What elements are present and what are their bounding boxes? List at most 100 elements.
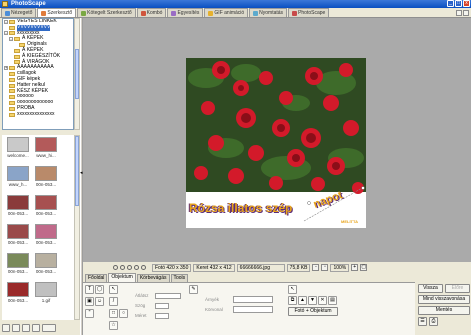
tab-icon	[140, 10, 146, 16]
thumbnail-item[interactable]: 00n-053...	[32, 195, 60, 216]
thumbnail-list[interactable]: welcome... www_hi... www_h... 00n-053... 00n…	[2, 135, 74, 320]
folder-icon[interactable]	[2, 323, 10, 332]
maximize-button[interactable]: □	[455, 0, 462, 7]
settings-icon[interactable]	[463, 10, 469, 16]
thumbnail-item[interactable]: 00n-053...	[32, 253, 60, 274]
folder-icon	[14, 37, 20, 42]
edit-tab-0[interactable]: Főoldal	[85, 274, 108, 282]
layer-down-icon[interactable]: ▼	[308, 296, 317, 305]
expander-icon[interactable]: +	[4, 66, 8, 71]
photo-caption-text[interactable]: Rózsa illatos szép	[189, 201, 292, 215]
photo-object-button[interactable]: Fotó + Objektum	[288, 307, 338, 316]
angle-input[interactable]	[155, 303, 169, 309]
select-tool-icon[interactable]: ↖	[109, 285, 118, 294]
thumbnail-caption: 00n-053...	[7, 211, 29, 216]
lock-icon[interactable]: ▤	[328, 296, 337, 305]
thumbnail-item[interactable]: 00n-053...	[4, 253, 32, 274]
mirror-icon[interactable]	[134, 265, 139, 270]
delete-icon[interactable]: ✕	[318, 296, 327, 305]
folder-icon	[14, 48, 20, 53]
edit-tab-1[interactable]: Objektum	[108, 273, 136, 282]
shadow-select[interactable]	[233, 296, 273, 303]
close-button[interactable]: x	[463, 0, 470, 7]
folder-icon	[9, 19, 15, 24]
menu-icon[interactable]: ☰	[418, 317, 427, 326]
tab-4[interactable]: Egyesítés	[167, 8, 204, 17]
quote-tool-icon[interactable]: "	[85, 309, 94, 318]
balloon-tool-icon[interactable]: ◯	[95, 285, 104, 294]
window-title: PhotoScape	[11, 1, 46, 7]
zoom-out-icon[interactable]: -	[312, 264, 320, 271]
thumbnail-item[interactable]: welcome...	[4, 137, 32, 158]
fullscreen-icon[interactable]: ▢	[360, 264, 368, 271]
zoom-fit-icon[interactable]: ▫	[321, 264, 329, 271]
folder-tree[interactable]: - VEGYES LINKEK VVVVVVVVVV - xxxxxxxxx - Á KÉP…	[2, 18, 74, 130]
thumbnail-item[interactable]: 00n-053...	[32, 224, 60, 245]
thumbnail-item[interactable]: 00n-053...	[4, 224, 32, 245]
copy-icon[interactable]: ⧉	[288, 296, 297, 305]
edit-tab-2[interactable]: Körbevágás	[136, 274, 170, 282]
tab-1[interactable]: Szerkesztő	[37, 8, 77, 17]
thumbnail-image	[7, 224, 29, 239]
tab-label: Nyomtatás	[259, 10, 284, 16]
thumbnail-item[interactable]: 00n-053...	[4, 195, 32, 216]
thumbnail-item[interactable]: 00n-053...	[32, 166, 60, 187]
folder-icon	[9, 77, 15, 82]
left-toolbar	[0, 320, 80, 335]
back-icon[interactable]	[22, 323, 30, 332]
line-tool-icon[interactable]: /	[109, 297, 118, 306]
thumbnail-item[interactable]: 00n-053...	[4, 282, 32, 303]
symbol-tool-icon[interactable]: ☺	[95, 297, 104, 306]
rect-tool-icon[interactable]: □	[109, 309, 118, 318]
expander-icon[interactable]: -	[9, 37, 13, 42]
thumbnail-item[interactable]: 1.gif	[32, 282, 60, 303]
fit-icon[interactable]	[141, 265, 146, 270]
thumbnail-image	[35, 253, 57, 268]
folder-icon	[9, 72, 15, 77]
rotate-left-icon[interactable]	[113, 265, 118, 270]
size-input[interactable]	[155, 313, 169, 319]
save-button[interactable]: Mentés	[418, 306, 470, 315]
refresh-icon[interactable]	[12, 323, 20, 332]
expander-icon[interactable]: -	[4, 19, 8, 24]
text-tool-icon[interactable]: T	[85, 285, 94, 294]
expander-icon[interactable]: -	[4, 31, 8, 36]
pointer-icon[interactable]: ↖	[288, 285, 297, 294]
minimize-button[interactable]: _	[447, 0, 454, 7]
tab-icon	[81, 10, 87, 16]
thumbnail-item[interactable]: www_hi...	[32, 137, 60, 158]
tab-7[interactable]: PhotoScape	[288, 8, 330, 17]
pen-icon[interactable]: ✎	[189, 285, 198, 294]
outline-select[interactable]	[233, 306, 273, 313]
undo-all-button[interactable]: Mind visszavonása	[418, 295, 470, 304]
print-icon[interactable]: ⎙	[429, 317, 438, 326]
folder-icon	[9, 101, 15, 106]
ellipse-tool-icon[interactable]: ○	[119, 309, 128, 318]
edit-tab-3[interactable]: Tools	[170, 274, 189, 282]
photo-frame[interactable]: Rózsa illatos szép napot MELITTA	[186, 58, 366, 228]
editor-canvas[interactable]: Rózsa illatos szép napot MELITTA	[83, 18, 471, 262]
slider-icon[interactable]	[42, 323, 56, 332]
thumbnail-caption: 00n-053...	[35, 211, 57, 216]
zoom-in-icon[interactable]: +	[351, 264, 359, 271]
thumbnail-image	[7, 253, 29, 268]
tab-5[interactable]: GIF animáció	[204, 8, 249, 17]
rotate-right-icon[interactable]	[120, 265, 125, 270]
help-icon[interactable]	[456, 10, 462, 16]
zoom-level[interactable]: 100%	[330, 263, 350, 272]
tree-item[interactable]: xxxxxxxxxxxxxxx	[3, 111, 73, 118]
tab-6[interactable]: Nyomtatás	[249, 8, 288, 17]
forward-icon[interactable]	[32, 323, 40, 332]
tab-3[interactable]: Kombó	[136, 8, 167, 17]
photo-tool-icon[interactable]: ▣	[85, 297, 94, 306]
tab-icon	[208, 10, 214, 16]
opacity-slider[interactable]	[155, 293, 181, 299]
redo-button[interactable]: Előre	[445, 284, 470, 293]
tab-2[interactable]: Kötegelt Szerkesztő	[77, 8, 136, 17]
thumbnail-item[interactable]: www_h...	[4, 166, 32, 187]
tab-0[interactable]: Nézegető	[1, 8, 37, 17]
flip-icon[interactable]	[127, 265, 132, 270]
layer-up-icon[interactable]: ▲	[298, 296, 307, 305]
undo-button[interactable]: Vissza	[418, 284, 443, 293]
star-tool-icon[interactable]: ☆	[109, 321, 118, 330]
